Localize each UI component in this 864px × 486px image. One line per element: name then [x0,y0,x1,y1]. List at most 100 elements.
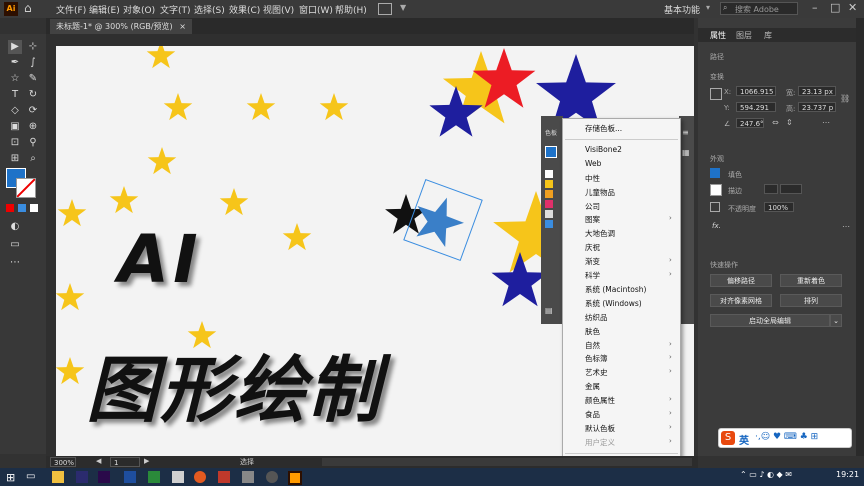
taskbar-app-icon[interactable] [76,471,88,483]
menu-item[interactable]: Web [585,159,601,168]
none-mode-button[interactable] [30,204,38,212]
menu-item[interactable]: 肤色 [585,326,600,337]
draw-mode-icon[interactable]: ◐ [8,220,22,234]
panel-menu-icon[interactable]: ≡ [682,128,689,137]
menu-window[interactable]: 窗口(W) [299,3,333,16]
swatch-item[interactable] [545,180,553,188]
menu-item[interactable]: 系统 (Windows) [585,298,642,309]
menu-item[interactable]: 艺术史 [585,367,608,378]
taskbar-app-icon[interactable] [172,471,184,483]
opacity-field[interactable]: 100% [764,202,794,212]
swatch-library-menu-icon[interactable]: ▤ [545,306,553,315]
menu-item[interactable]: 纺织品 [585,312,608,323]
arrange-button[interactable]: 排列 [780,294,842,307]
stroke-weight-field[interactable] [780,184,802,194]
menu-effect[interactable]: 效果(C) [229,3,260,16]
ime-toolbar[interactable]: S 英 ·,☺ ♥ ⌨ ♣ ⊞ [718,428,852,448]
artboard-tool-icon[interactable]: ⊞ [8,152,22,166]
home-icon[interactable]: ⌂ [24,1,32,15]
eraser-tool-icon[interactable]: ◇ [8,104,22,118]
screen-mode-icon[interactable]: ▭ [8,238,22,252]
menu-item[interactable]: 图案 [585,214,600,225]
selection-tool-icon[interactable]: ▶ [8,40,22,54]
swatch-item[interactable] [545,190,553,198]
ime-language[interactable]: 英 [739,432,749,447]
curvature-tool-icon[interactable]: ∫ [26,56,40,70]
x-field[interactable]: 1066.915 [736,86,776,96]
free-transform-tool-icon[interactable]: ⊡ [8,136,22,150]
menu-item[interactable]: 系统 (Macintosh) [585,284,646,295]
menu-type[interactable]: 文字(T) [160,3,191,16]
taskbar-app-icon[interactable] [218,471,230,483]
fx-button[interactable]: fx. [712,222,721,230]
global-edit-dropdown[interactable]: ⌄ [830,314,842,327]
menu-file[interactable]: 文件(F) [56,3,86,16]
gradient-tool-icon[interactable]: ▣ [8,120,22,134]
menu-item[interactable]: 金属 [585,381,600,392]
maximize-button[interactable]: □ [830,1,840,14]
menu-item[interactable]: 渐变 [585,256,600,267]
align-pixel-grid-button[interactable]: 对齐像素网格 [710,294,772,307]
direct-selection-tool-icon[interactable]: ⊹ [26,40,40,54]
tab-layers[interactable]: 图层 [736,30,752,41]
menu-item[interactable]: 公司 [585,201,600,212]
artboard-field[interactable]: 1 [110,457,140,467]
swatch-item[interactable] [545,220,553,228]
grid-view-icon[interactable]: ▦ [682,148,690,157]
browser-icon[interactable] [194,471,206,483]
recolor-button[interactable]: 重新着色 [780,274,842,287]
gradient-mode-button[interactable] [18,204,26,212]
w-field[interactable]: 23.13 px [798,86,836,96]
illustrator-taskbar-icon[interactable] [288,471,302,485]
color-mode-button[interactable] [6,204,14,212]
swatch-item[interactable] [545,146,557,158]
stock-search-input[interactable]: 搜索 Adobe Stock [720,2,798,27]
task-view-icon[interactable]: ▭ [26,471,35,482]
offset-path-button[interactable]: 偏移路径 [710,274,772,287]
menu-item[interactable]: VisiBone2 [585,145,622,154]
prev-artboard-icon[interactable]: ◀ [96,457,101,465]
rotate-tool-icon[interactable]: ↻ [26,88,40,102]
menu-item[interactable]: 庆祝 [585,242,600,253]
star-tool-icon[interactable]: ☆ [8,72,22,86]
menu-edit[interactable]: 编辑(E) [89,3,120,16]
arrange-documents-icon[interactable] [378,3,392,15]
h-field[interactable]: 23.737 p [798,102,836,112]
close-window-button[interactable]: ✕ [848,1,857,14]
next-artboard-icon[interactable]: ▶ [144,457,149,465]
menu-item[interactable]: 颜色属性 [585,395,615,406]
swatch-item[interactable] [545,210,553,218]
workspace-switcher[interactable]: 基本功能 [664,3,700,16]
minimize-button[interactable]: – [812,1,818,14]
zoom-tool-icon[interactable]: ⌕ [26,152,40,166]
scale-tool-icon[interactable]: ⟳ [26,104,40,118]
taskbar-app-icon[interactable] [124,471,136,483]
menu-item[interactable]: 默认色板 [585,423,615,434]
global-edit-button[interactable]: 启动全局编辑 [710,314,830,327]
pen-tool-icon[interactable]: ✒ [8,56,22,70]
horizontal-scrollbar[interactable] [322,458,692,466]
eyedropper-tool-icon[interactable]: ⚲ [26,136,40,150]
stroke-color-swatch[interactable] [710,184,722,196]
y-field[interactable]: 594.291 [736,102,776,112]
flip-vertical-icon[interactable]: ⇕ [786,118,793,127]
more-tools-icon[interactable]: ⋯ [8,256,22,270]
panel-scrollbar[interactable] [856,18,864,456]
taskbar-app-icon[interactable] [148,471,160,483]
gpu-icon[interactable]: ▼ [400,3,406,12]
file-explorer-icon[interactable] [52,471,64,483]
tab-libraries[interactable]: 库 [764,30,772,41]
taskbar-app-icon[interactable] [266,471,278,483]
stroke-weight-stepper[interactable] [764,184,778,194]
taskbar-app-icon[interactable] [242,471,254,483]
type-tool-icon[interactable]: T [8,88,22,102]
pencil-tool-icon[interactable]: ✎ [26,72,40,86]
close-tab-icon[interactable]: × [179,22,186,31]
angle-field[interactable]: 247.6° [736,118,764,128]
windows-start-icon[interactable]: ⊞ [6,471,15,484]
reference-point-icon[interactable] [710,88,722,100]
tab-properties[interactable]: 属性 [710,30,726,41]
flip-horizontal-icon[interactable]: ⇔ [772,118,779,127]
chevron-down-icon[interactable]: ▾ [706,3,710,12]
menu-item[interactable]: 食品 [585,409,600,420]
